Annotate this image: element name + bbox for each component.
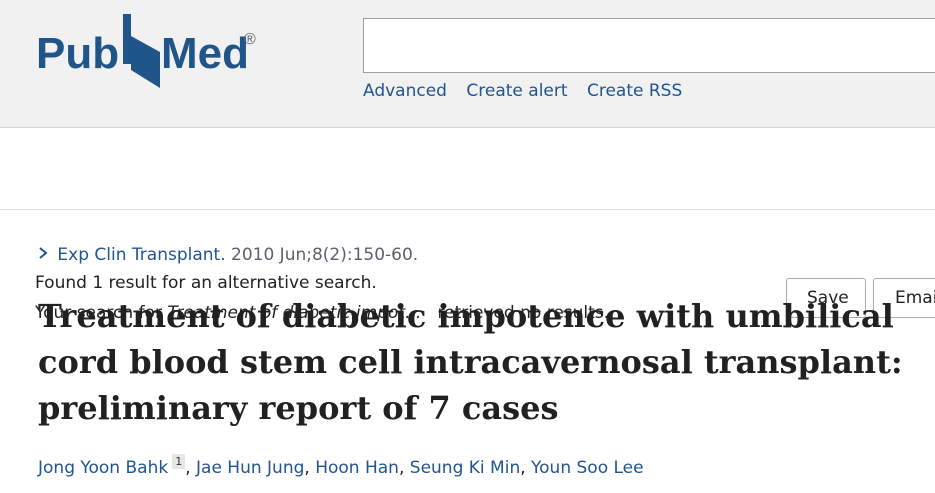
journal-link[interactable]: Exp Clin Transplant. (57, 245, 225, 265)
create-rss-link[interactable]: Create RSS (587, 81, 682, 101)
notice-found-text: Found 1 result for an alternative search… (35, 273, 377, 293)
article-title: Treatment of diabetic impotence with umb… (38, 297, 903, 427)
advanced-link[interactable]: Advanced (363, 81, 447, 101)
publication-date: 2010 Jun;8(2):150-60. (231, 245, 419, 265)
author-list: Jong Yoon Bahk 1, Jae Hun Jung, Hoon Han,… (38, 454, 644, 478)
svg-text:®: ® (244, 31, 256, 48)
alternative-search-notice: Found 1 result for an alternative search… (0, 128, 935, 323)
author-link[interactable]: Jae Hun Jung (196, 458, 304, 478)
svg-text:Med: Med (161, 29, 249, 78)
svg-text:Pub: Pub (36, 29, 119, 78)
search-links: Advanced Create alert Create RSS (363, 81, 696, 101)
affiliation-badge[interactable]: 1 (172, 454, 186, 469)
journal-citation: Exp Clin Transplant. 2010 Jun;8(2):150-6… (38, 245, 418, 265)
pubmed-logo[interactable]: Pub Med ® (36, 12, 276, 90)
author-link[interactable]: Youn Soo Lee (531, 458, 644, 478)
author-link[interactable]: Hoon Han (315, 458, 399, 478)
author-link[interactable]: Seung Ki Min (410, 458, 520, 478)
chevron-right-icon[interactable] (38, 245, 52, 265)
site-header: Pub Med ® Advanced Create alert Create R… (0, 0, 935, 128)
author-link[interactable]: Jong Yoon Bahk (38, 458, 168, 478)
create-alert-link[interactable]: Create alert (466, 81, 567, 101)
search-input[interactable] (363, 18, 935, 73)
